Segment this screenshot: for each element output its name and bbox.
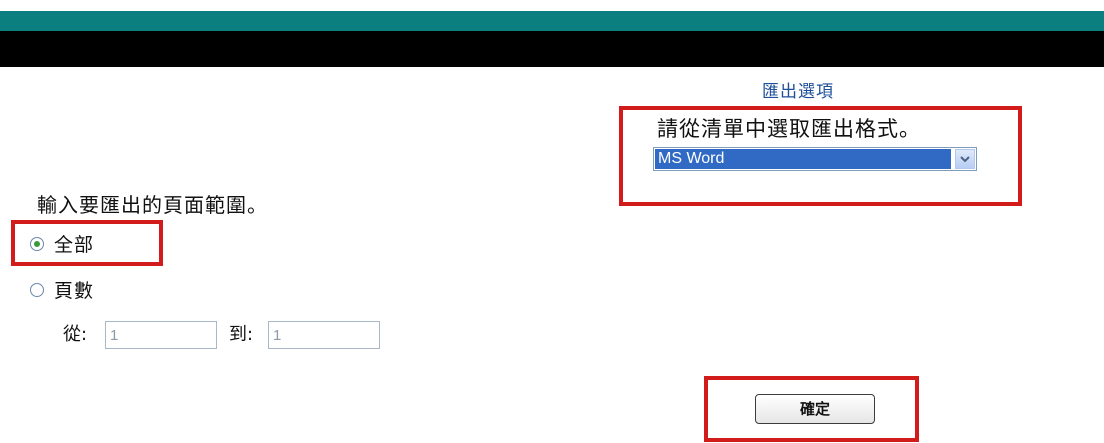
header-teal-bar [0, 11, 1104, 31]
all-pages-radio[interactable] [30, 236, 44, 251]
page-numbers-option[interactable]: 頁數 [30, 276, 94, 303]
export-options-title: 匯出選項 [762, 82, 834, 102]
header-black-bar [0, 31, 1104, 67]
to-label: 到: [229, 324, 254, 345]
ok-button[interactable]: 確定 [755, 394, 875, 424]
format-select-value: MS Word [655, 149, 951, 169]
from-page-input[interactable] [105, 321, 217, 349]
to-page-input[interactable] [268, 321, 380, 349]
from-label: 從: [63, 324, 88, 345]
page-range-instruction: 輸入要匯出的頁面範圍。 [37, 193, 268, 217]
page-numbers-label: 頁數 [54, 280, 95, 302]
all-pages-option[interactable]: 全部 [30, 230, 94, 257]
page-numbers-radio[interactable] [30, 282, 44, 297]
format-instruction: 請從清單中選取匯出格式。 [657, 117, 921, 141]
chevron-down-icon[interactable] [955, 149, 975, 169]
all-pages-label: 全部 [54, 234, 95, 256]
format-select[interactable]: MS Word [653, 147, 977, 171]
